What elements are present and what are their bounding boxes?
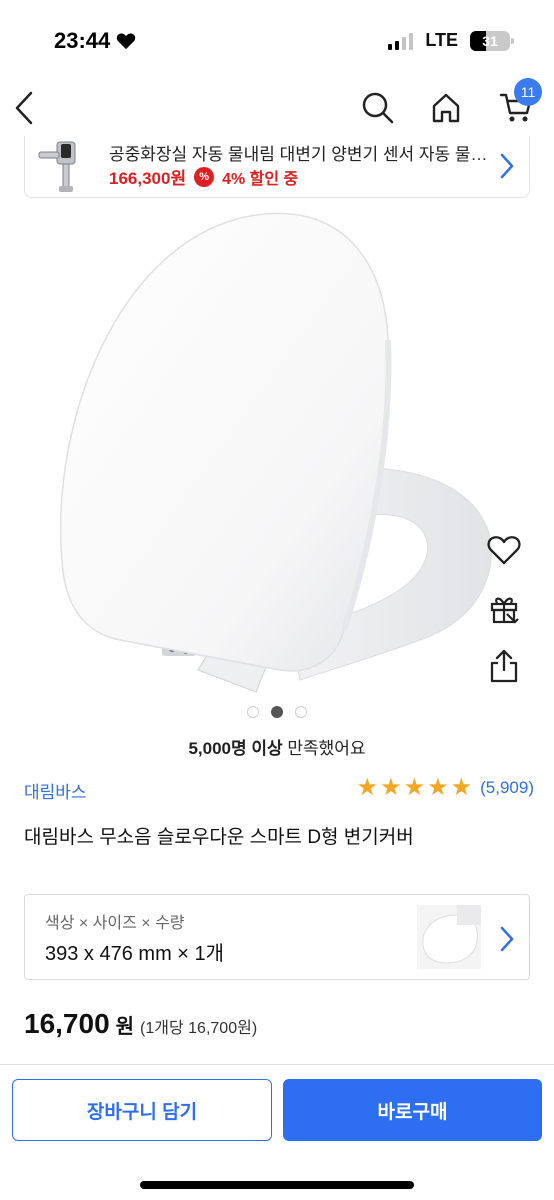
cart-count-badge: 11 (514, 78, 542, 106)
gift-button[interactable] (484, 588, 524, 628)
chevron-right-icon (500, 926, 514, 952)
flush-valve-thumbnail (38, 141, 76, 192)
related-product-price: 166,300원 (109, 169, 187, 188)
status-bar: 23:44 LTE 31 (0, 0, 554, 80)
option-selector[interactable]: 색상 × 사이즈 × 수량 393 x 476 mm × 1개 (24, 894, 530, 980)
gallery-dot[interactable] (295, 706, 307, 718)
unit-price: (1개당 16,700원) (140, 1020, 258, 1037)
share-button[interactable] (484, 646, 524, 686)
discount-badge-icon: % (194, 166, 215, 187)
heart-icon (487, 536, 521, 565)
buy-now-button[interactable]: 바로구매 (283, 1079, 542, 1141)
star-icon: ★ (356, 774, 379, 801)
home-icon (432, 93, 460, 123)
product-image[interactable] (0, 200, 554, 700)
satisfaction-count: 5,000명 이상 (188, 739, 283, 758)
related-product-title: 공중화장실 자동 물내림 대변기 양변기 센서 자동 물내림 장치 (109, 145, 489, 164)
battery-icon: 31 (470, 30, 514, 51)
network-label: LTE (425, 30, 458, 50)
wishlist-button[interactable] (484, 530, 524, 570)
clock: 23:44 (54, 28, 111, 53)
star-icon: ★ (403, 774, 426, 801)
satisfaction-line: 5,000명 이상 만족했어요 (0, 734, 554, 759)
status-indicators: LTE 31 (388, 30, 514, 51)
heart-status-icon (117, 33, 136, 50)
search-button[interactable] (356, 86, 400, 130)
review-count[interactable]: (5,909) (480, 778, 534, 798)
star-icon: ★ (380, 774, 402, 801)
signal-icon (388, 32, 414, 50)
add-to-cart-button[interactable]: 장바구니 담기 (12, 1079, 272, 1141)
option-label: 색상 × 사이즈 × 수량 (45, 915, 185, 932)
search-icon (362, 92, 394, 124)
brand-link[interactable]: 대림바스 (24, 778, 87, 803)
star-icon: ★ (427, 774, 449, 801)
side-actions (484, 530, 524, 686)
gift-icon (490, 597, 519, 624)
share-icon (490, 649, 518, 683)
satisfaction-suffix: 만족했어요 (287, 739, 366, 758)
rating[interactable]: ★ ★ ★ ★ ★ (5,909) (357, 776, 534, 800)
price-amount: 16,700 (24, 1008, 110, 1039)
related-product-card[interactable]: 공중화장실 자동 물내림 대변기 양변기 센서 자동 물내림 장치 166,30… (24, 136, 530, 198)
price-row: 16,700 원 (1개당 16,700원) (24, 1008, 257, 1040)
gallery-dot[interactable] (247, 706, 259, 718)
option-value: 393 x 476 mm × 1개 (45, 943, 225, 965)
back-button[interactable] (2, 86, 46, 130)
cart-button[interactable]: 11 (494, 78, 542, 130)
home-indicator (140, 1181, 414, 1189)
bottom-action-bar: 장바구니 담기 바로구매 (0, 1064, 554, 1200)
discount-text: 4% 할인 중 (222, 170, 299, 188)
battery-level: 31 (482, 32, 498, 49)
product-title: 대림바스 무소음 슬로우다운 스마트 D형 변기커버 (24, 827, 414, 848)
back-icon (15, 91, 33, 125)
status-time: 23:44 (54, 28, 136, 54)
rating-stars: ★ ★ ★ ★ ★ (357, 776, 473, 800)
price-currency: 원 (115, 1016, 135, 1038)
gallery-dot[interactable] (271, 706, 283, 718)
top-nav: 11 (0, 78, 554, 136)
related-product-price-row: 166,300원 % 4% 할인 중 (109, 164, 298, 189)
home-button[interactable] (424, 86, 468, 130)
star-icon: ★ (450, 774, 473, 801)
option-thumbnail (417, 905, 481, 969)
gallery-pagination (0, 706, 554, 718)
chevron-right-icon (500, 153, 514, 179)
